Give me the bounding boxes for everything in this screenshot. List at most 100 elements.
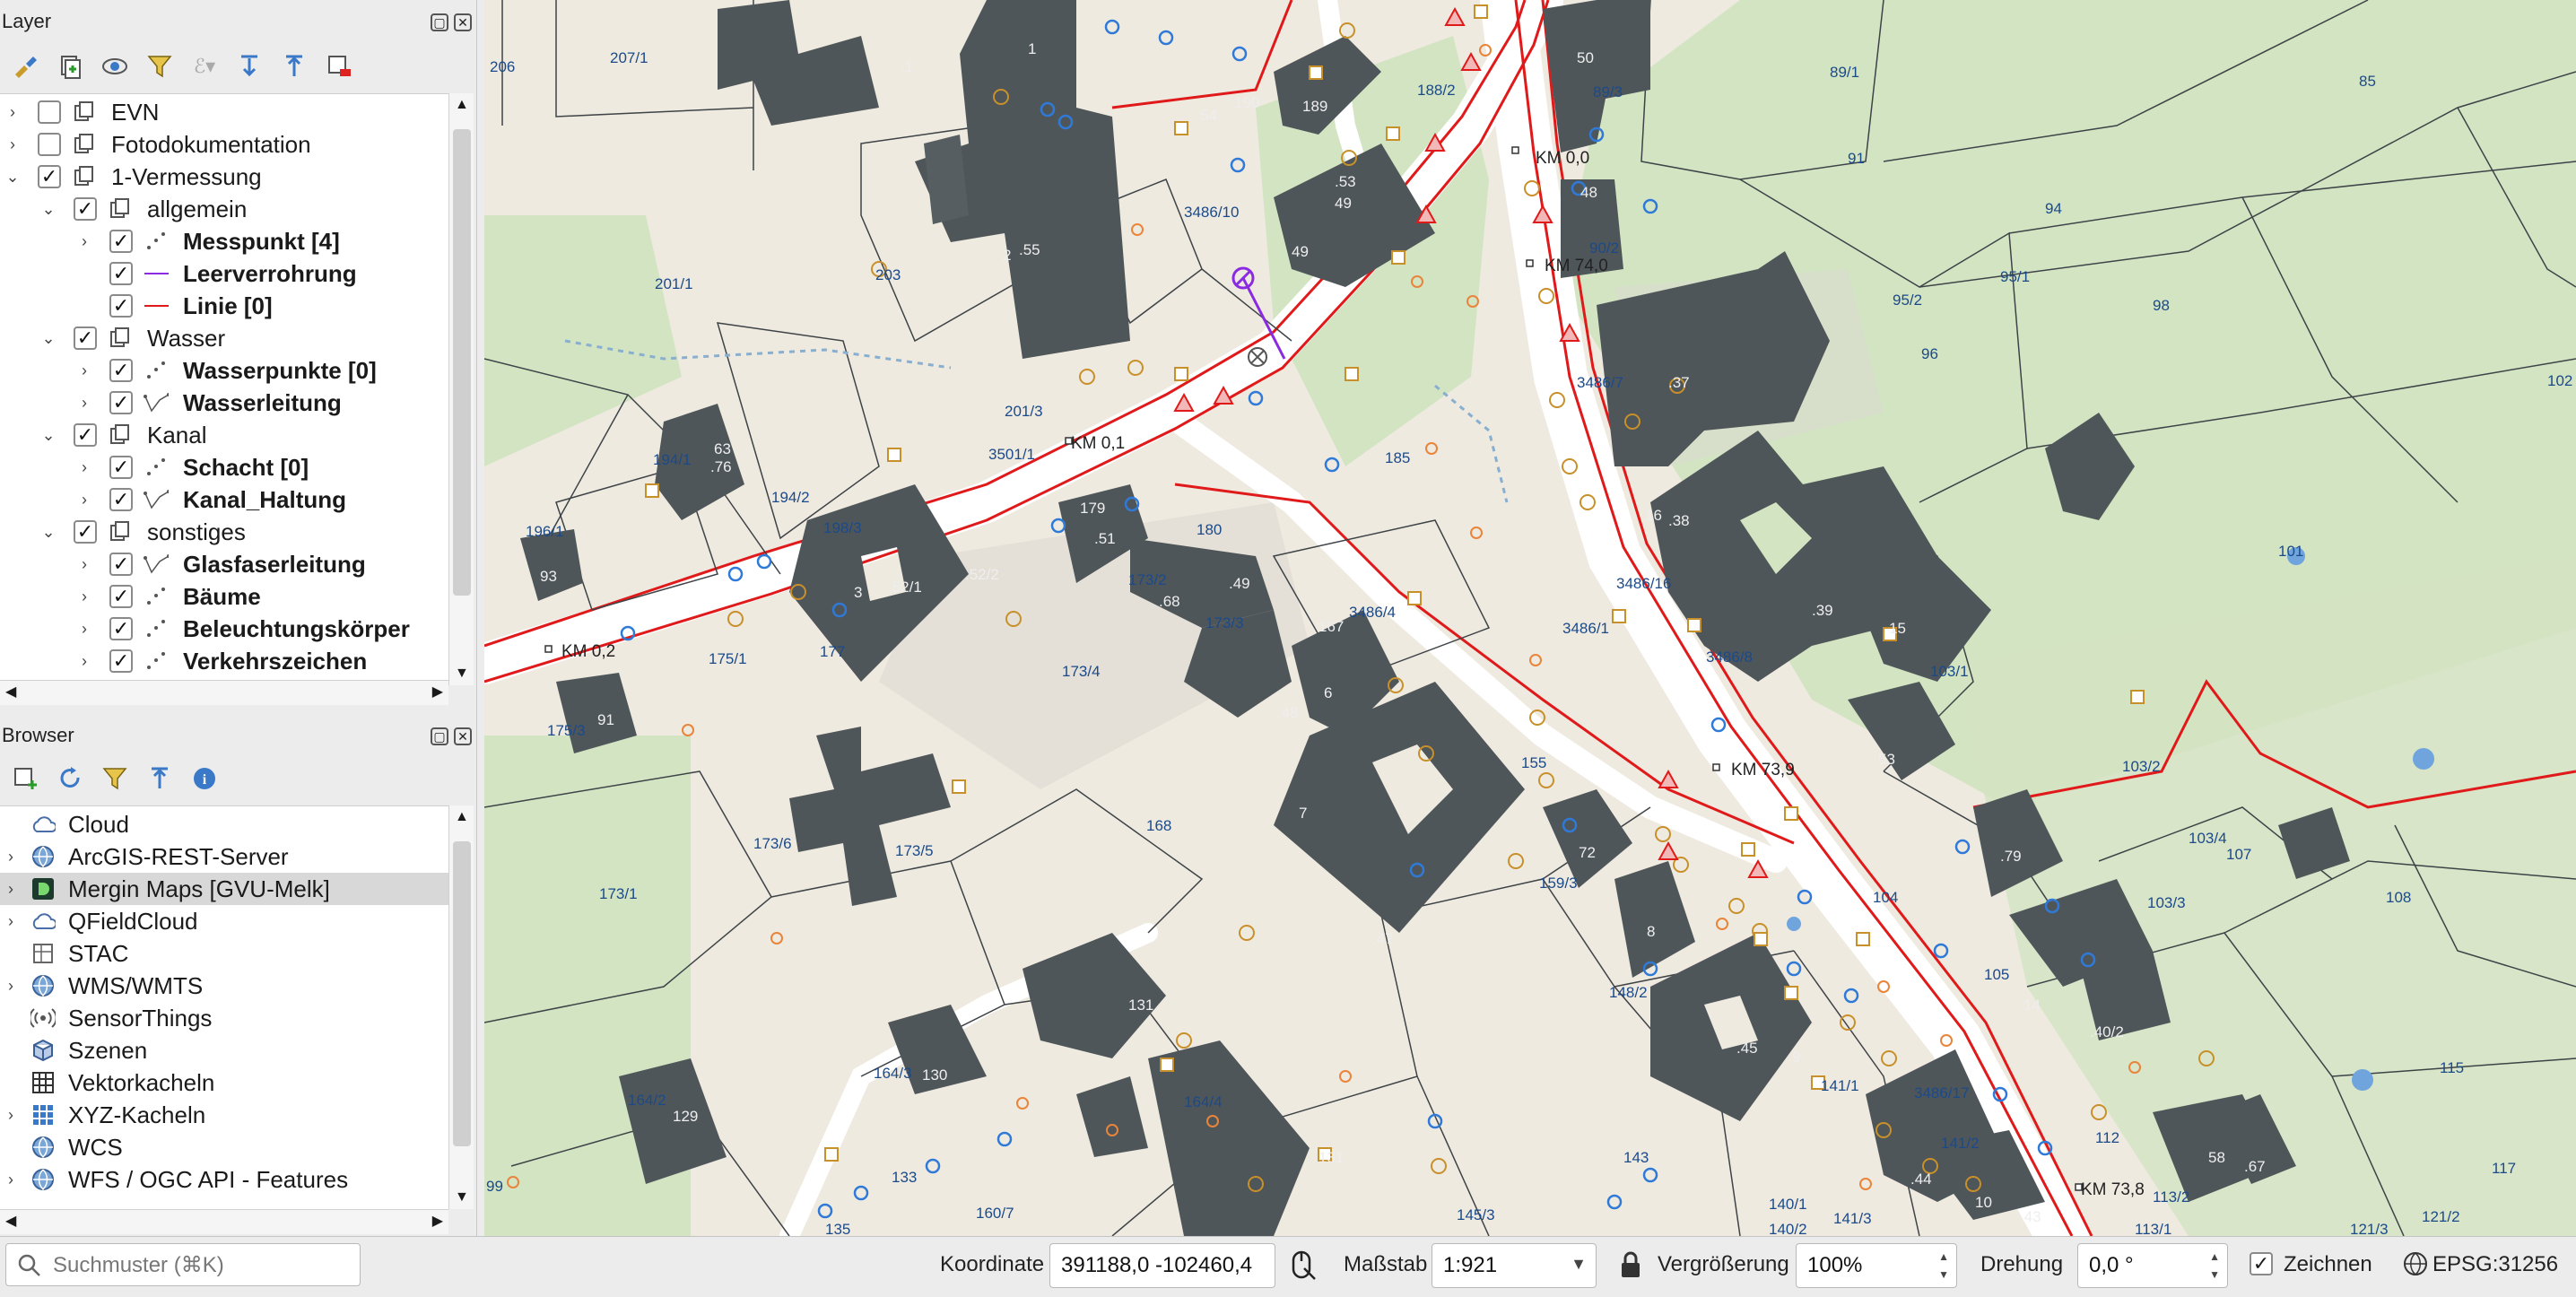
browser-tree-hscrollbar[interactable]: ◀ ▶ bbox=[0, 1209, 448, 1234]
browser-item-szenen[interactable]: Szenen bbox=[0, 1034, 448, 1066]
layer-row-wasserpunkte[interactable]: › ✓ Wasserpunkte [0] bbox=[0, 354, 448, 387]
rotation-spinbox[interactable]: 0,0 ° ▲ ▼ bbox=[2077, 1243, 2228, 1288]
close-icon[interactable]: ✕ bbox=[454, 727, 472, 745]
mouse-coordinate-toggle-icon[interactable] bbox=[1288, 1249, 1317, 1281]
expand-arrow-icon[interactable]: › bbox=[77, 458, 91, 477]
layer-row-allgemein[interactable]: ⌄ ✓ allgemein bbox=[0, 193, 448, 225]
layer-checkbox[interactable]: ✓ bbox=[74, 423, 97, 447]
browser-item-wms[interactable]: › WMS/WMTS bbox=[0, 970, 448, 1002]
expand-arrow-icon[interactable]: › bbox=[77, 588, 91, 606]
layer-row-wasser[interactable]: ⌄ ✓ Wasser bbox=[0, 322, 448, 354]
spin-arrows-icon[interactable]: ▲ ▼ bbox=[2209, 1248, 2220, 1284]
layer-row-schacht[interactable]: › ✓ Schacht [0] bbox=[0, 451, 448, 483]
layer-row-linie[interactable]: ✓ Linie [0] bbox=[0, 290, 448, 322]
layer-checkbox[interactable]: ✓ bbox=[109, 294, 133, 318]
expand-arrow-icon[interactable]: › bbox=[77, 394, 91, 413]
layer-row-verkehrszeichen[interactable]: › ✓ Verkehrszeichen bbox=[0, 645, 448, 677]
collapse-arrow-icon[interactable]: ⌄ bbox=[41, 426, 56, 445]
layer-tree-scrollbar[interactable]: ▲ ▼ bbox=[448, 93, 474, 685]
browser-item-vektorkacheln[interactable]: Vektorkacheln bbox=[0, 1066, 448, 1099]
spin-arrows-icon[interactable]: ▲ ▼ bbox=[1938, 1248, 1949, 1284]
browser-item-wfs[interactable]: › WFS / OGC API - Features bbox=[0, 1163, 448, 1196]
layer-checkbox[interactable]: ✓ bbox=[109, 359, 133, 382]
collapse-arrow-icon[interactable]: ⌄ bbox=[41, 200, 56, 219]
expand-arrow-icon[interactable]: › bbox=[77, 361, 91, 380]
layer-checkbox[interactable]: ✓ bbox=[74, 520, 97, 544]
browser-item-mergin-maps[interactable]: › Mergin Maps [GVU-Melk] bbox=[0, 873, 448, 905]
layer-row-vermessung[interactable]: ⌄ ✓ 1-Vermessung bbox=[0, 161, 448, 193]
browser-item-xyz[interactable]: › XYZ-Kacheln bbox=[0, 1099, 448, 1131]
expression-filter-icon[interactable]: ℰ▾ bbox=[188, 50, 221, 83]
close-icon[interactable]: ✕ bbox=[454, 13, 472, 31]
layer-checkbox[interactable]: ✓ bbox=[109, 649, 133, 673]
filter-icon[interactable] bbox=[99, 762, 131, 795]
collapse-arrow-icon[interactable]: ⌄ bbox=[41, 523, 56, 542]
layer-checkbox[interactable]: ✓ bbox=[109, 230, 133, 253]
expand-arrow-icon[interactable]: › bbox=[5, 103, 20, 122]
expand-arrow-icon[interactable]: › bbox=[4, 1106, 18, 1125]
layer-row-evn[interactable]: › EVN bbox=[0, 96, 448, 128]
info-icon[interactable]: i bbox=[188, 762, 221, 795]
scroll-up-icon[interactable]: ▲ bbox=[455, 809, 469, 825]
browser-tree-scrollbar[interactable]: ▲ ▼ bbox=[448, 805, 474, 1209]
layer-row-glasfaserleitung[interactable]: › ✓ Glasfaserleitung bbox=[0, 548, 448, 580]
float-icon[interactable]: ▢ bbox=[431, 727, 448, 745]
lock-icon[interactable] bbox=[1618, 1250, 1643, 1285]
collapse-arrow-icon[interactable]: ⌄ bbox=[41, 329, 56, 348]
scroll-down-icon[interactable]: ▼ bbox=[455, 666, 469, 682]
scrollbar-thumb[interactable] bbox=[453, 841, 471, 1146]
browser-item-cloud[interactable]: Cloud bbox=[0, 808, 448, 840]
layer-row-baeume[interactable]: › ✓ Bäume bbox=[0, 580, 448, 613]
layer-checkbox[interactable]: ✓ bbox=[74, 197, 97, 221]
expand-arrow-icon[interactable]: › bbox=[4, 1171, 18, 1189]
collapse-all-icon[interactable] bbox=[278, 50, 310, 83]
expand-arrow-icon[interactable]: › bbox=[77, 555, 91, 574]
crs-globe-icon[interactable] bbox=[2402, 1250, 2429, 1282]
expand-all-icon[interactable] bbox=[233, 50, 265, 83]
expand-arrow-icon[interactable]: › bbox=[4, 977, 18, 996]
layer-row-fotodokumentation[interactable]: › Fotodokumentation bbox=[0, 128, 448, 161]
chevron-down-icon[interactable]: ▼ bbox=[1571, 1255, 1587, 1274]
style-manager-icon[interactable] bbox=[9, 50, 41, 83]
layer-checkbox[interactable]: ✓ bbox=[109, 585, 133, 608]
scroll-left-icon[interactable]: ◀ bbox=[5, 1212, 16, 1230]
add-group-icon[interactable] bbox=[54, 50, 86, 83]
browser-item-stac[interactable]: STAC bbox=[0, 937, 448, 970]
browser-item-sensorthings[interactable]: SensorThings bbox=[0, 1002, 448, 1034]
expand-arrow-icon[interactable]: › bbox=[77, 620, 91, 639]
layer-tree-hscrollbar[interactable]: ◀ ▶ bbox=[0, 680, 448, 705]
scroll-right-icon[interactable]: ▶ bbox=[432, 683, 443, 701]
visibility-icon[interactable] bbox=[99, 50, 131, 83]
layer-row-wasserleitung[interactable]: › ✓ Wasserleitung bbox=[0, 387, 448, 419]
layer-checkbox[interactable]: ✓ bbox=[109, 262, 133, 285]
layer-row-leerverrohrung[interactable]: ✓ Leerverrohrung bbox=[0, 257, 448, 290]
expand-arrow-icon[interactable]: › bbox=[77, 232, 91, 251]
locator-search-input[interactable]: Suchmuster (⌘K) bbox=[5, 1243, 361, 1286]
map-svg[interactable]: KM 0,0 KM 74,0 KM 0,1 KM 0,2 KM 73,9 KM … bbox=[484, 0, 2576, 1236]
layer-row-kanal[interactable]: ⌄ ✓ Kanal bbox=[0, 419, 448, 451]
expand-arrow-icon[interactable]: › bbox=[4, 912, 18, 931]
browser-item-arcgis[interactable]: › ArcGIS-REST-Server bbox=[0, 840, 448, 873]
browser-item-qfieldcloud[interactable]: › QFieldCloud bbox=[0, 905, 448, 937]
float-icon[interactable]: ▢ bbox=[431, 13, 448, 31]
layer-row-kanal-haltung[interactable]: › ✓ Kanal_Haltung bbox=[0, 483, 448, 516]
crs-button[interactable]: EPSG:31256 bbox=[2432, 1252, 2558, 1277]
layer-checkbox[interactable]: ✓ bbox=[109, 553, 133, 576]
layer-row-beleuchtungskoerper[interactable]: › ✓ Beleuchtungskörper bbox=[0, 613, 448, 645]
layer-checkbox[interactable]: ✓ bbox=[109, 391, 133, 414]
scroll-left-icon[interactable]: ◀ bbox=[5, 683, 16, 701]
layer-checkbox[interactable]: ✓ bbox=[74, 326, 97, 350]
expand-arrow-icon[interactable]: › bbox=[77, 491, 91, 509]
collapse-arrow-icon[interactable]: ⌄ bbox=[5, 168, 20, 187]
scale-combobox[interactable]: 1:921 ▼ bbox=[1432, 1243, 1597, 1288]
layer-checkbox[interactable]: ✓ bbox=[109, 456, 133, 479]
remove-layer-icon[interactable] bbox=[323, 50, 355, 83]
layer-row-messpunkt[interactable]: › ✓ Messpunkt [4] bbox=[0, 225, 448, 257]
coordinate-field[interactable]: 391188,0 -102460,4 bbox=[1049, 1243, 1275, 1288]
map-canvas[interactable]: KM 0,0 KM 74,0 KM 0,1 KM 0,2 KM 73,9 KM … bbox=[484, 0, 2576, 1236]
filter-icon[interactable] bbox=[144, 50, 176, 83]
render-checkbox[interactable]: ✓ bbox=[2250, 1252, 2273, 1275]
layer-checkbox[interactable] bbox=[38, 133, 61, 156]
layer-checkbox[interactable]: ✓ bbox=[109, 617, 133, 640]
add-selected-layers-icon[interactable] bbox=[9, 762, 41, 795]
